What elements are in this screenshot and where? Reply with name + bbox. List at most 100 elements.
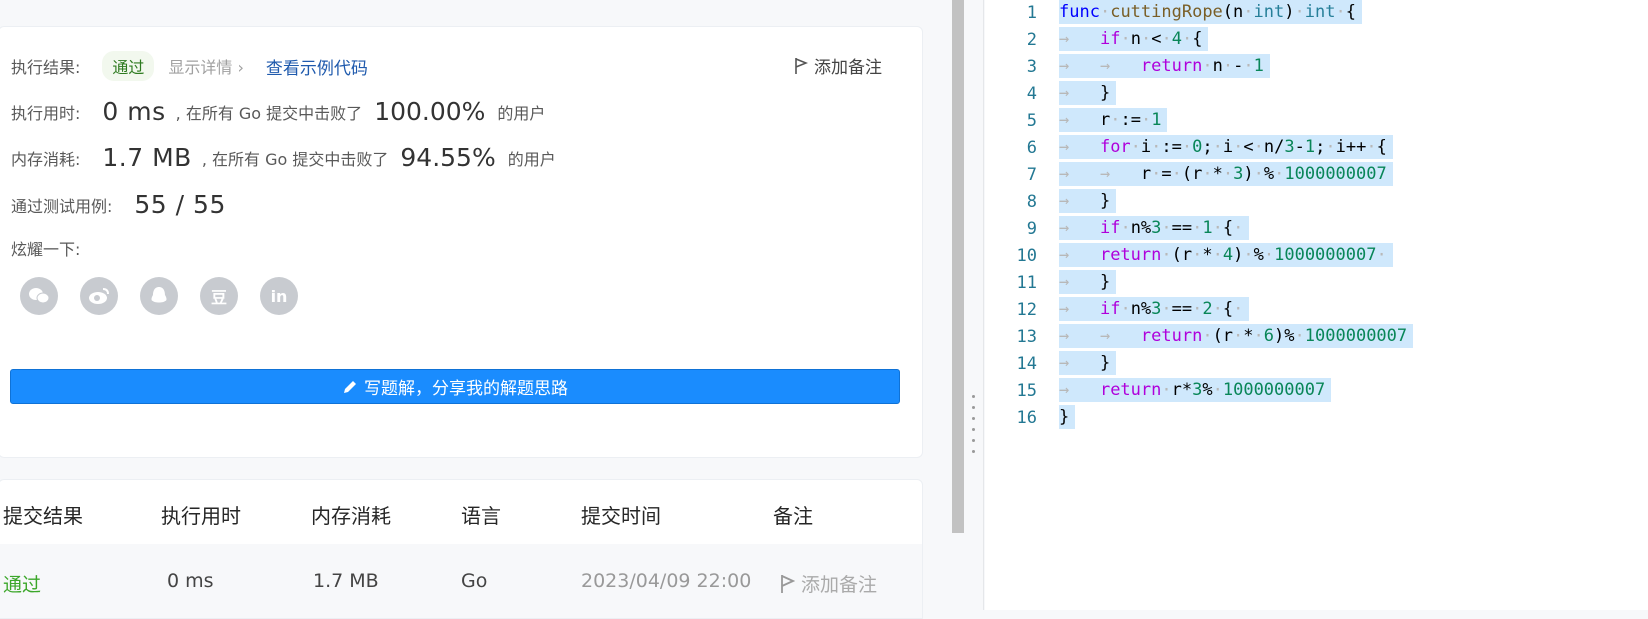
write-solution-label: 写题解，分享我的解题思路: [364, 379, 568, 399]
row-add-note-label: 添加备注: [801, 574, 878, 596]
code-text[interactable]: → → return·n·-·1: [1059, 54, 1270, 78]
add-note-label: 添加备注: [814, 58, 882, 78]
memory-value: 1.7 MB: [102, 143, 192, 172]
view-example-code-link[interactable]: 查看示例代码: [266, 54, 368, 79]
row-result[interactable]: 通过: [3, 570, 41, 597]
code-text[interactable]: → → r·=·(r·*·3)·%·1000000007: [1059, 162, 1393, 186]
line-number: 10: [1016, 246, 1037, 266]
panel-scrollbar[interactable]: [952, 0, 964, 533]
douban-icon[interactable]: 豆: [200, 277, 238, 315]
submissions-table: 提交结果 执行用时 内存消耗 语言 提交时间 备注 通过 0 ms 1.7 MB…: [0, 479, 923, 619]
linkedin-icon[interactable]: in: [260, 277, 298, 315]
result-row: 执行结果: 通过 显示详情 › 查看示例代码: [11, 51, 368, 81]
row-runtime: 0 ms: [167, 570, 214, 592]
line-number: 3: [1026, 57, 1037, 77]
code-text[interactable]: func·cuttingRope(n·int)·int·{: [1059, 0, 1362, 24]
code-line: 12 → if·n%3·==·2·{·: [985, 297, 1648, 324]
code-line: 11 → }: [985, 270, 1648, 297]
tests-value: 55 / 55: [134, 190, 226, 219]
write-solution-button[interactable]: 写题解，分享我的解题思路: [10, 369, 900, 404]
add-note-button[interactable]: 添加备注: [794, 53, 882, 78]
wechat-icon[interactable]: [20, 277, 58, 315]
pencil-icon: [344, 380, 356, 393]
code-line: 4 → }: [985, 81, 1648, 108]
memory-row: 内存消耗: 1.7 MB , 在所有 Go 提交中击败了 94.55% 的用户: [11, 143, 556, 172]
runtime-beat-text: , 在所有 Go 提交中击败了: [175, 103, 363, 123]
code-line: 5 → r·:=·1: [985, 108, 1648, 135]
line-number: 5: [1026, 111, 1037, 131]
code-line: 2 → if·n·<·4·{: [985, 27, 1648, 54]
code-line: 8 → }: [985, 189, 1648, 216]
memory-label: 内存消耗:: [11, 149, 81, 169]
row-add-note-button[interactable]: 添加备注: [779, 570, 877, 597]
memory-percent: 94.55%: [400, 143, 496, 172]
line-number: 7: [1026, 165, 1037, 185]
code-line: 6 → for·i·:=·0;·i·<·n/3-1;·i++·{: [985, 135, 1648, 162]
runtime-value: 0 ms: [102, 97, 166, 126]
flag-icon: [781, 574, 795, 593]
line-number: 8: [1026, 192, 1037, 212]
code-line: 13 → → return·(r·*·6)%·1000000007: [985, 324, 1648, 351]
code-text[interactable]: → if·n%3·==·2·{·: [1059, 297, 1250, 321]
code-line: 3 → → return·n·-·1: [985, 54, 1648, 81]
line-number: 1: [1026, 3, 1037, 23]
code-text[interactable]: }: [1059, 405, 1076, 429]
code-text[interactable]: → }: [1059, 189, 1117, 213]
line-number: 15: [1016, 381, 1037, 401]
runtime-percent: 100.00%: [374, 97, 486, 126]
tests-label: 通过测试用例:: [11, 196, 113, 216]
line-number: 4: [1026, 84, 1037, 104]
code-text[interactable]: → for·i·:=·0;·i·<·n/3-1;·i++·{: [1059, 135, 1393, 159]
header-submit-time: 提交时间: [581, 504, 661, 528]
row-memory: 1.7 MB: [313, 570, 379, 592]
share-row: 炫耀一下:: [11, 236, 80, 260]
header-runtime: 执行用时: [161, 504, 241, 528]
runtime-row: 执行用时: 0 ms , 在所有 Go 提交中击败了 100.00% 的用户: [11, 97, 545, 126]
code-line: 7 → → r·=·(r·*·3)·%·1000000007: [985, 162, 1648, 189]
code-line: 9 → if·n%3·==·1·{·: [985, 216, 1648, 243]
result-label: 执行结果:: [11, 58, 81, 77]
code-text[interactable]: → if·n%3·==·1·{·: [1059, 216, 1250, 240]
line-number: 6: [1026, 138, 1037, 158]
row-language: Go: [461, 570, 488, 592]
code-text[interactable]: → }: [1059, 351, 1117, 375]
tests-row: 通过测试用例: 55 / 55: [11, 190, 236, 219]
submission-panel: 执行结果: 通过 显示详情 › 查看示例代码 添加备注 执行用时: 0 ms ,…: [0, 0, 958, 619]
code-text[interactable]: → if·n·<·4·{: [1059, 27, 1209, 51]
status-badge: 通过: [102, 51, 155, 81]
runtime-suffix: 的用户: [497, 103, 546, 123]
code-line: 14 → }: [985, 351, 1648, 378]
line-number: 9: [1026, 219, 1037, 239]
code-text[interactable]: → return·r*3%·1000000007: [1059, 378, 1332, 402]
memory-beat-text: , 在所有 Go 提交中击败了: [201, 149, 389, 169]
code-text[interactable]: → }: [1059, 270, 1117, 294]
flag-icon: [795, 57, 808, 74]
line-number: 2: [1026, 30, 1037, 50]
header-memory: 内存消耗: [311, 504, 391, 528]
code-line: 10 → return·(r·*·4)·%·1000000007·: [985, 243, 1648, 270]
code-editor[interactable]: 1 func·cuttingRope(n·int)·int·{ 2 → if·n…: [985, 0, 1648, 610]
code-text[interactable]: → → return·(r·*·6)%·1000000007: [1059, 324, 1414, 348]
resize-handle-icon[interactable]: [972, 395, 976, 460]
qq-icon[interactable]: [140, 277, 178, 315]
runtime-label: 执行用时:: [11, 103, 81, 123]
weibo-icon[interactable]: [80, 277, 118, 315]
header-language: 语言: [461, 504, 501, 528]
row-submit-time: 2023/04/09 22:00: [581, 570, 752, 592]
code-line: 15 → return·r*3%·1000000007: [985, 378, 1648, 405]
table-header: 提交结果 执行用时 内存消耗 语言 提交时间 备注: [0, 480, 922, 544]
line-number: 13: [1016, 327, 1037, 347]
header-note: 备注: [773, 504, 813, 528]
show-details-link[interactable]: 显示详情 ›: [168, 54, 244, 78]
share-label: 炫耀一下:: [11, 240, 81, 259]
share-icons: 豆 in: [20, 277, 320, 315]
header-result: 提交结果: [3, 504, 83, 528]
line-number: 16: [1016, 408, 1037, 428]
table-row[interactable]: 通过 0 ms 1.7 MB Go 2023/04/09 22:00 添加备注: [0, 544, 922, 618]
panel-divider[interactable]: [964, 0, 984, 610]
code-text[interactable]: → r·:=·1: [1059, 108, 1168, 132]
code-text[interactable]: → return·(r·*·4)·%·1000000007·: [1059, 243, 1393, 267]
code-text[interactable]: → }: [1059, 81, 1117, 105]
memory-suffix: 的用户: [507, 149, 556, 169]
code-line: 1 func·cuttingRope(n·int)·int·{: [985, 0, 1648, 27]
